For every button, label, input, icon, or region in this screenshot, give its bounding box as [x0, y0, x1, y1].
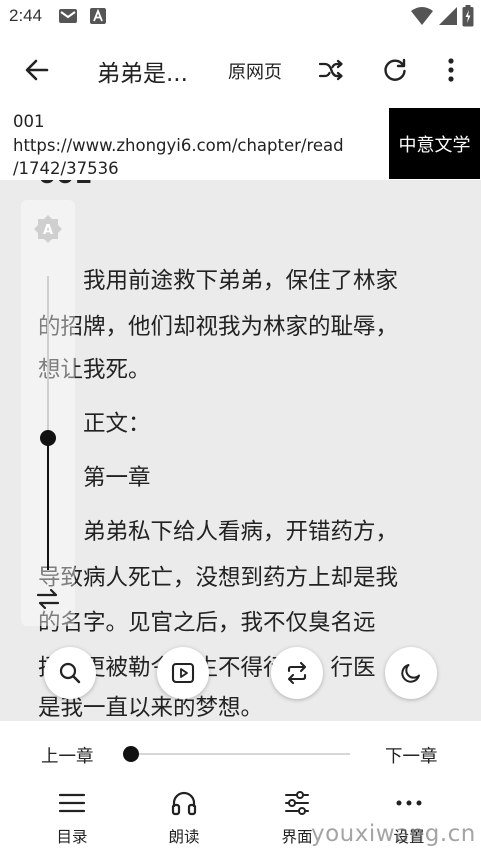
status-time: 2:44 — [9, 6, 43, 25]
prev-chapter-button[interactable]: 上一章 — [41, 743, 94, 768]
repeat-icon — [287, 661, 307, 685]
menu-catalog[interactable]: 目录 — [32, 787, 112, 855]
search-button[interactable] — [44, 647, 96, 699]
original-page-button[interactable]: 原网页 — [228, 58, 282, 84]
change-source-button[interactable] — [309, 48, 353, 92]
wifi-icon — [410, 6, 434, 26]
text-line: 想让我死。 — [38, 357, 151, 383]
text-line: 是我一直以来的梦想。 — [38, 695, 264, 721]
refresh-button[interactable] — [373, 48, 417, 92]
text-line: 正文： — [38, 411, 151, 437]
chapter-progress-track[interactable] — [131, 753, 350, 755]
headphones-icon — [171, 791, 197, 816]
book-title: 弟弟是... — [97, 61, 188, 87]
gmail-notification-icon — [58, 7, 78, 25]
source-name-badge[interactable]: 中意文学 — [389, 108, 480, 179]
chapter-url-cont: /1742/37536 — [13, 159, 119, 178]
status-bar: 2:44 — [0, 0, 481, 34]
top-toolbar: 弟弟是... 原网页 — [0, 34, 481, 106]
replace-rule-button[interactable] — [271, 647, 323, 699]
auto-page-button[interactable] — [157, 647, 209, 699]
moon-icon — [401, 664, 420, 683]
text-line: 第一章 — [38, 465, 151, 491]
svg-text:A: A — [43, 223, 53, 238]
more-options-button[interactable] — [429, 48, 473, 92]
brightness-position-button[interactable] — [35, 588, 61, 610]
brightness-panel: A — [21, 200, 75, 626]
chapter-info[interactable]: 001 https://www.zhongyi6.com/chapter/rea… — [0, 106, 481, 180]
brightness-auto-icon: A — [34, 215, 62, 243]
battery-icon — [462, 5, 474, 27]
shuffle-icon — [318, 59, 343, 81]
chapter-progress-thumb[interactable] — [123, 746, 139, 762]
auto-brightness-button[interactable]: A — [33, 214, 63, 244]
chapter-url: https://www.zhongyi6.com/chapter/read — [13, 135, 344, 155]
watermark: youxiwang.cn — [311, 821, 476, 847]
brightness-slider-thumb[interactable] — [40, 429, 56, 446]
menu-list-icon — [58, 793, 86, 813]
chapter-title: 001 — [13, 112, 45, 131]
refresh-icon — [384, 58, 406, 81]
swap-horizontal-icon — [36, 588, 60, 610]
arrow-back-icon — [25, 59, 49, 81]
brightness-slider-upper — [47, 276, 49, 438]
search-icon — [59, 662, 81, 684]
night-mode-button[interactable] — [385, 647, 437, 699]
play-box-icon — [171, 662, 195, 684]
menu-catalog-label: 目录 — [56, 828, 88, 846]
more-icon — [396, 800, 422, 806]
reader-content[interactable]: 001 我用前途救下弟弟，保住了林家 的招牌，他们却视我为林家的耻辱， 想让我死… — [0, 180, 481, 721]
back-button[interactable] — [15, 48, 59, 92]
menu-read-aloud[interactable]: 朗读 — [144, 787, 224, 855]
chapter-nav: 上一章 下一章 — [0, 721, 481, 787]
app-notification-icon — [89, 7, 107, 25]
chapter-heading: 001 — [38, 180, 92, 190]
sliders-icon — [285, 791, 309, 815]
menu-read-aloud-label: 朗读 — [168, 828, 200, 846]
next-chapter-button[interactable]: 下一章 — [385, 743, 438, 768]
more-vert-icon — [448, 58, 454, 82]
signal-icon — [438, 6, 458, 26]
